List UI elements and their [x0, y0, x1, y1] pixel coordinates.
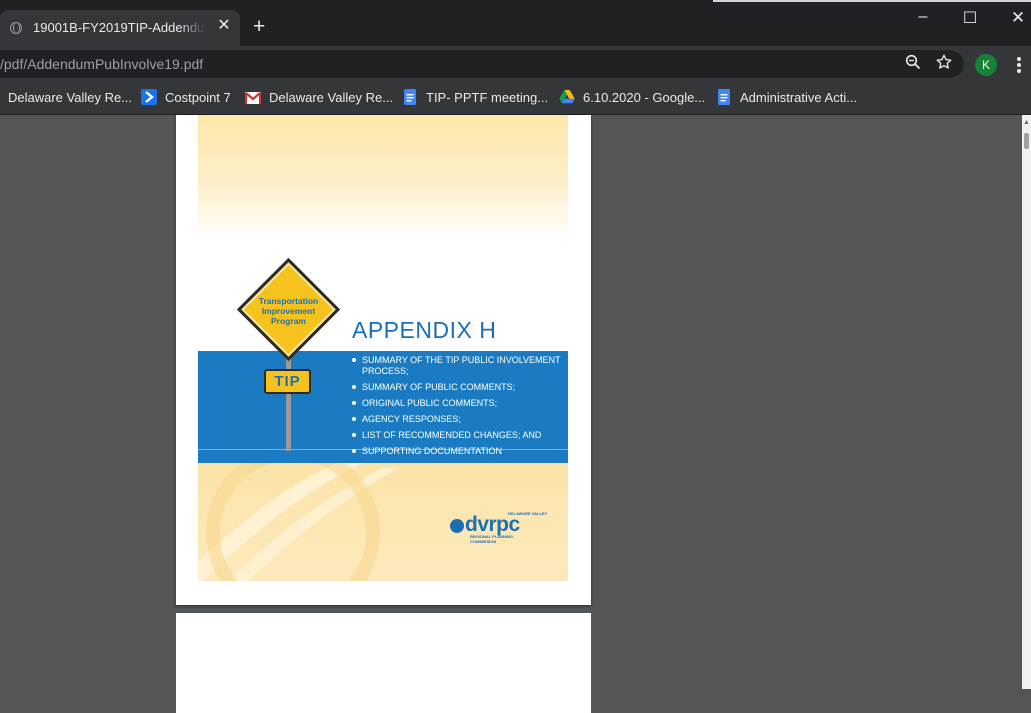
bookmark-star-icon[interactable] [935, 53, 953, 71]
gmail-icon [245, 92, 261, 104]
bookmark-label: 6.10.2020 - Google... [583, 90, 706, 105]
bookmark-label: Administrative Acti... [740, 90, 858, 105]
address-bar[interactable]: /pdf/AddendumPubInvolve19.pdf [0, 50, 964, 78]
contents-item: SUPPORTING DOCUMENTATION [348, 446, 568, 457]
bookmark-label: Delaware Valley Re... [8, 90, 133, 105]
minimize-icon[interactable]: – [907, 8, 939, 26]
sign-line: Transportation [258, 296, 319, 306]
google-docs-icon [404, 89, 416, 105]
contents-item: AGENCY RESPONSES; [348, 414, 568, 425]
pdf-page [176, 613, 591, 713]
tip-plate: TIP [264, 369, 311, 394]
contents-item: ORIGINAL PUBLIC COMMENTS; [348, 398, 568, 409]
scrollbar-thumb[interactable] [1024, 133, 1029, 149]
contents-item: LIST OF RECOMMENDED CHANGES; AND [348, 430, 568, 441]
pdf-viewer[interactable]: Transportation Improvement Program TIP A… [0, 115, 1031, 713]
logo-subtitle: REGIONAL PLANNING COMMISSION [470, 534, 514, 544]
google-drive-icon [559, 90, 575, 104]
globe-icon [10, 22, 22, 34]
scroll-up-icon[interactable]: ▲ [1023, 118, 1030, 128]
bookmark-label: Delaware Valley Re... [269, 90, 394, 105]
google-docs-icon [718, 89, 730, 105]
sign-line: Improvement [261, 306, 316, 316]
tip-road-sign: Transportation Improvement Program [236, 257, 341, 362]
tab-strip: 19001B-FY2019TIP-Addendum-F ✕ + – ☐ ✕ [0, 0, 1031, 46]
sign-text: Transportation Improvement Program [237, 296, 340, 326]
sign-pole [286, 347, 291, 451]
sign-line: Program [271, 316, 306, 326]
browser-tab[interactable]: 19001B-FY2019TIP-Addendum-F ✕ [0, 10, 240, 46]
cover-header-gradient [198, 115, 568, 233]
window-top-accent [713, 0, 1031, 2]
costpoint-chevron-icon [141, 89, 157, 105]
bookmark-label: TIP- PPTF meeting... [426, 90, 549, 105]
bookmark-label: Costpoint 7 [165, 90, 231, 105]
zoom-icon[interactable] [905, 54, 921, 70]
contents-item: SUMMARY OF THE TIP PUBLIC INVOLVEMENT PR… [348, 355, 568, 377]
maximize-icon[interactable]: ☐ [954, 8, 986, 28]
dvrpc-logo-mark [450, 519, 464, 533]
bookmarks-bar: Delaware Valley Re... Costpoint 7 Delawa… [0, 82, 1031, 115]
new-tab-icon[interactable]: + [253, 16, 265, 37]
close-tab-icon[interactable]: ✕ [216, 18, 232, 34]
address-toolbar: /pdf/AddendumPubInvolve19.pdf [0, 46, 1031, 82]
appendix-contents-list: SUMMARY OF THE TIP PUBLIC INVOLVEMENT PR… [348, 355, 568, 462]
url-text[interactable]: /pdf/AddendumPubInvolve19.pdf [0, 56, 203, 72]
profile-avatar[interactable]: K [975, 54, 997, 76]
tab-title: 19001B-FY2019TIP-Addendum-F [33, 20, 205, 35]
more-menu-icon[interactable] [1012, 55, 1026, 75]
contents-item: SUMMARY OF PUBLIC COMMENTS; [348, 382, 568, 393]
window-close-icon[interactable]: ✕ [1002, 8, 1031, 28]
pdf-page: Transportation Improvement Program TIP A… [176, 115, 591, 605]
appendix-title: APPENDIX H [352, 317, 497, 343]
vertical-scrollbar[interactable] [1022, 115, 1031, 689]
